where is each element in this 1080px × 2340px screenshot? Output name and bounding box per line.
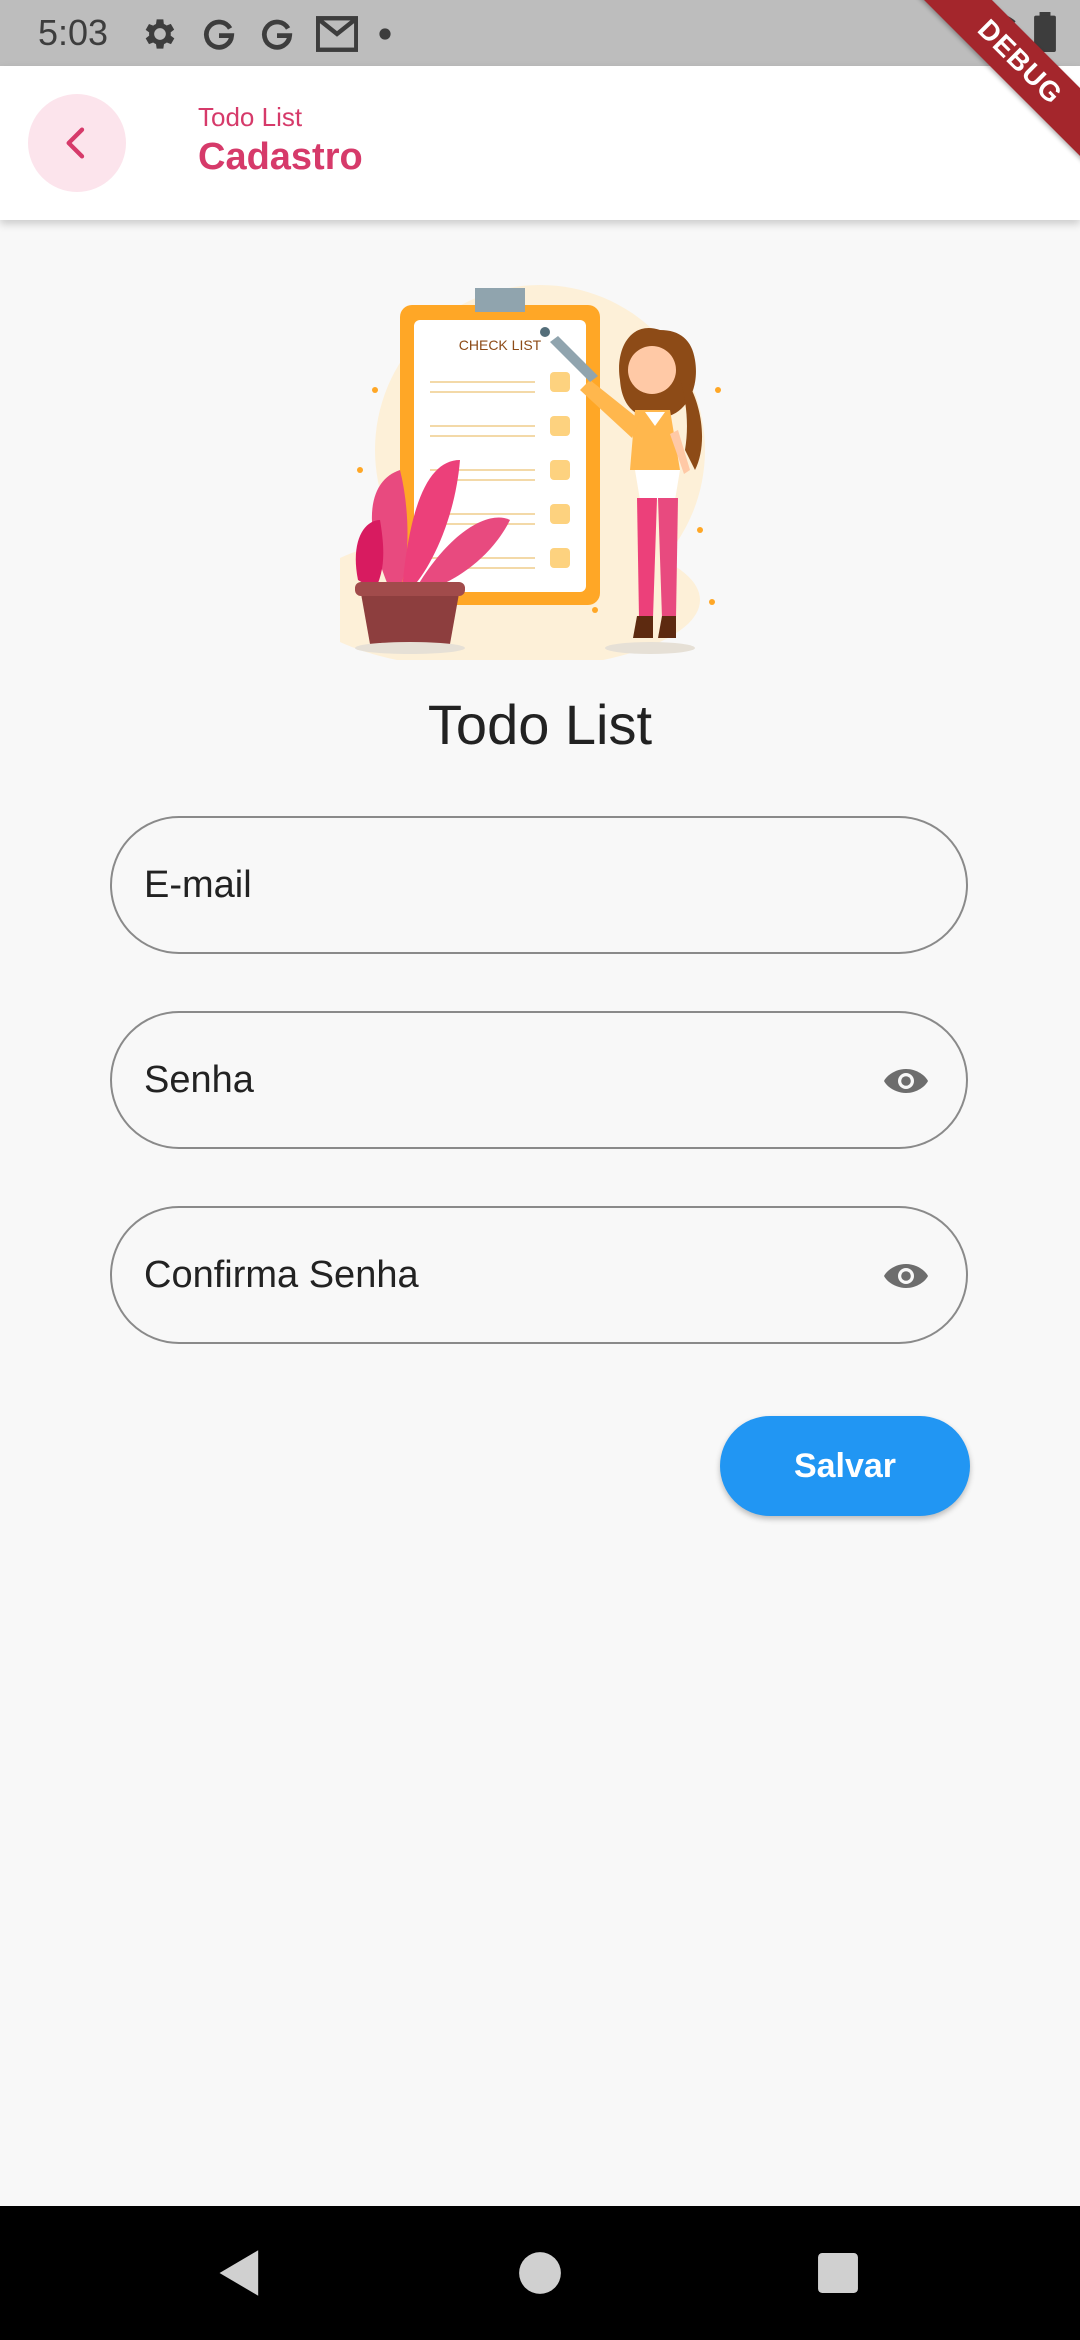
confirm-password-field[interactable]: Confirma Senha — [110, 1206, 968, 1344]
password-label: Senha — [144, 1058, 254, 1101]
nav-back-button[interactable] — [180, 2206, 300, 2340]
page-title: Todo List — [427, 693, 653, 756]
dot-icon — [379, 28, 391, 40]
app-bar-title: Cadastro — [198, 136, 363, 178]
nav-home-button[interactable] — [480, 2206, 600, 2340]
eye-icon[interactable] — [882, 1061, 930, 1101]
status-time: 5:03 — [38, 12, 109, 53]
system-nav-bar — [0, 2206, 1080, 2340]
app-bar: Todo List Cadastro — [0, 66, 1080, 220]
confirm-password-label: Confirma Senha — [144, 1253, 419, 1296]
email-label: E-mail — [144, 863, 252, 906]
status-icons — [140, 12, 392, 56]
email-field[interactable]: E-mail — [110, 816, 968, 954]
home-circle-icon — [519, 2252, 561, 2294]
recents-square-icon — [818, 2253, 858, 2293]
checklist-illustration: CHECK LIST — [340, 285, 721, 660]
gmail-icon — [316, 16, 358, 52]
google-g-icon — [262, 19, 293, 50]
password-field[interactable]: Senha — [110, 1011, 968, 1149]
gear-icon — [145, 19, 175, 49]
google-g-icon — [204, 19, 235, 50]
checklist-caption: CHECK LIST — [459, 337, 542, 353]
app-bar-subtitle: Todo List — [198, 102, 303, 132]
nav-recents-button[interactable] — [778, 2206, 898, 2340]
chevron-left-icon — [66, 127, 85, 159]
save-button[interactable]: Salvar — [720, 1416, 970, 1516]
status-bar: 5:03 — [0, 0, 1080, 66]
back-triangle-icon — [219, 2250, 259, 2296]
eye-icon[interactable] — [882, 1256, 930, 1296]
back-button[interactable] — [28, 94, 126, 192]
